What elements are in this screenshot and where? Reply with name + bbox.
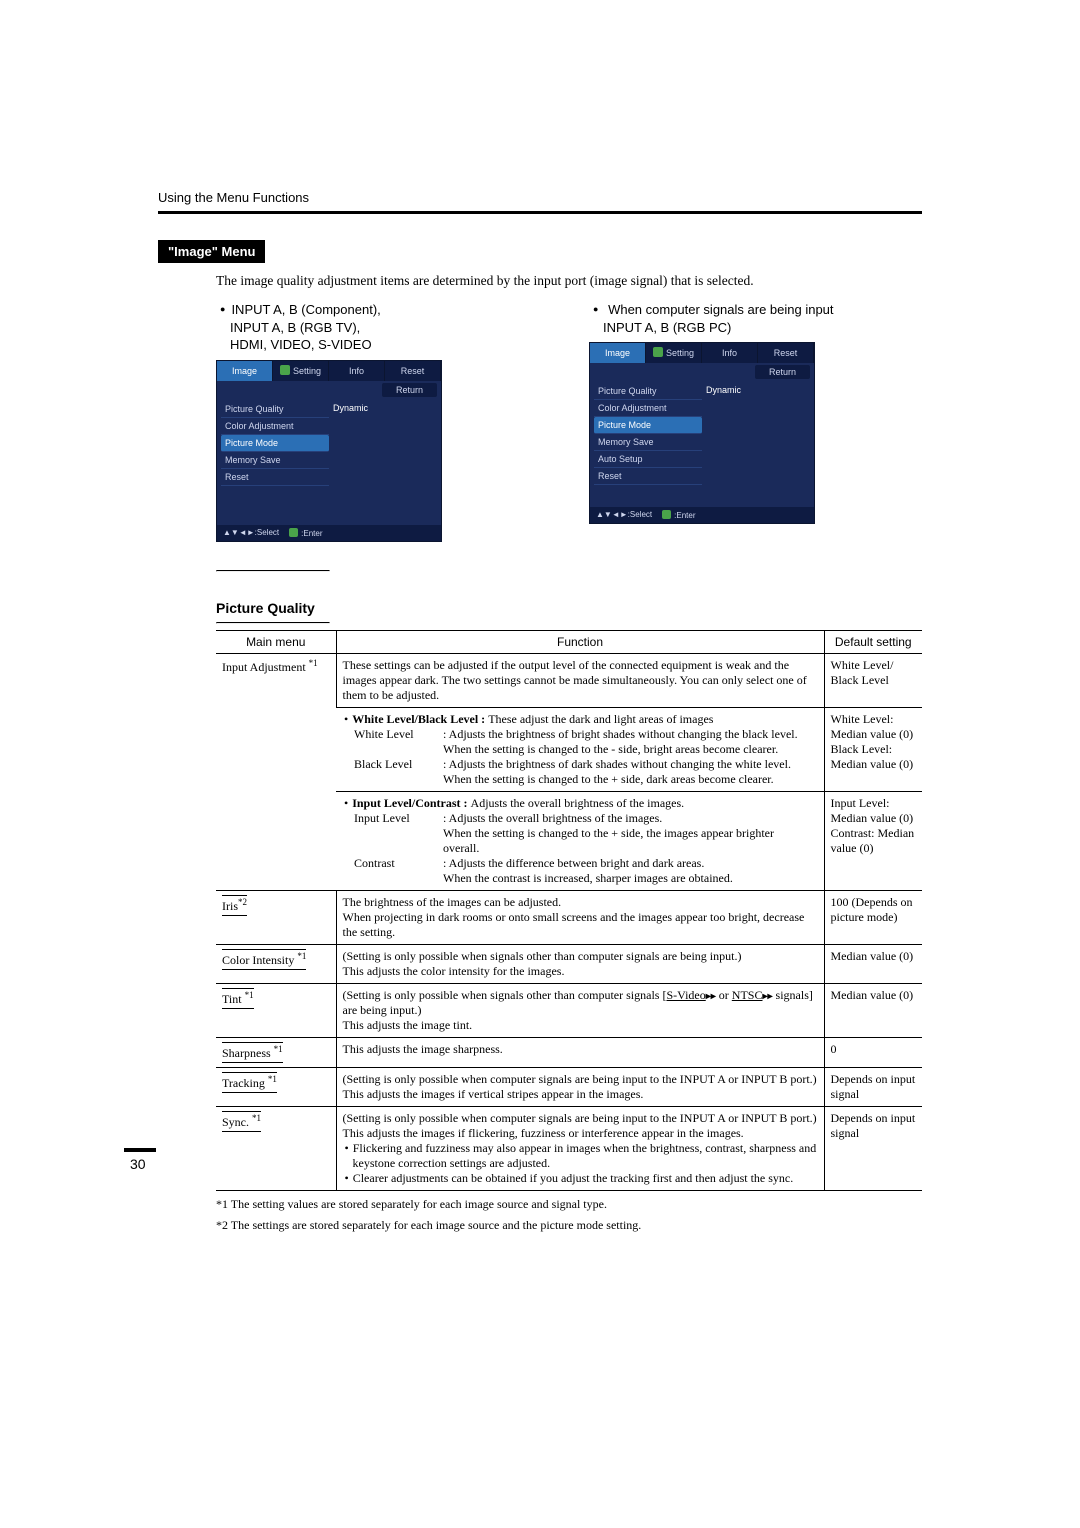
gear-icon [653,347,663,357]
page-number-mark [124,1148,156,1152]
osd-item-selected: Picture Mode [594,417,702,434]
main-iris: Iris*2 [216,890,336,944]
func-sharpness: This adjusts the image sharpness. [336,1038,824,1068]
osd-item: Memory Save [594,434,702,451]
osd-item-selected: Picture Mode [221,435,329,452]
func-ic: Input Level/Contrast : Adjusts the overa… [336,791,824,890]
osd-tab-settings: Setting [646,343,702,363]
section-intro: The image quality adjustment items are d… [216,273,922,289]
osd-item: Auto Setup [594,451,702,468]
right-input-label: When computer signals are being input IN… [589,301,922,336]
main-tint: Tint *1 [216,983,336,1038]
footnote-2: *2 The settings are stored separately fo… [216,1218,922,1233]
osd-item: Color Adjustment [594,400,702,417]
page-header: Using the Menu Functions [158,190,922,205]
func-iris: The brightness of the images can be adju… [336,890,824,944]
left-input-label: INPUT A, B (Component), INPUT A, B (RGB … [216,301,549,354]
func-wb: White Level/Black Level : These adjust t… [336,707,824,791]
def-input-adj-top: White Level/ Black Level [824,653,922,707]
footnote-1: *1 The setting values are stored separat… [216,1197,922,1212]
gear-icon [280,365,290,375]
main-colorintensity: Color Intensity *1 [216,944,336,983]
osd-selected-value: Dynamic [702,383,810,485]
osd-screenshot-right: Image Setting Info Reset Return Picture … [589,342,815,524]
def-tint: Median value (0) [824,983,922,1038]
def-sync: Depends on input signal [824,1107,922,1191]
osd-footer-enter: :Enter [289,528,322,538]
osd-tab-info: Info [329,361,385,381]
main-tracking: Tracking *1 [216,1068,336,1107]
osd-tab-reset: Reset [385,361,441,381]
main-sharpness: Sharpness *1 [216,1038,336,1068]
def-colorintensity: Median value (0) [824,944,922,983]
osd-selected-value: Dynamic [329,401,437,486]
enter-icon [662,510,671,519]
picture-quality-table: Main menu Function Default setting Input… [216,630,922,1192]
th-function: Function [336,630,824,653]
main-sync: Sync. *1 [216,1107,336,1191]
osd-footer-select: ▲▼◄►:Select [596,510,652,520]
osd-item: Reset [221,469,329,486]
func-sync: (Setting is only possible when computer … [336,1107,824,1191]
def-iris: 100 (Depends on picture mode) [824,890,922,944]
link-icon: ▸▸ [762,991,772,1002]
osd-item: Reset [594,468,702,485]
section-title: "Image" Menu [158,240,265,263]
def-tracking: Depends on input signal [824,1068,922,1107]
osd-item: Color Adjustment [221,418,329,435]
func-colorintensity: (Setting is only possible when signals o… [336,944,824,983]
def-ic: Input Level: Median value (0) Contrast: … [824,791,922,890]
func-tracking: (Setting is only possible when computer … [336,1068,824,1107]
func-input-adj-intro: These settings can be adjusted if the ou… [336,653,824,707]
header-rule [158,211,922,214]
subsection-title: Picture Quality [216,600,315,618]
enter-icon [289,528,298,537]
osd-tab-settings: Setting [273,361,329,381]
osd-tab-info: Info [702,343,758,363]
page-number: 30 [130,1156,146,1172]
osd-tab-reset: Reset [758,343,814,363]
def-sharpness: 0 [824,1038,922,1068]
osd-footer-select: ▲▼◄►:Select [223,528,279,538]
osd-screenshot-left: Image Setting Info Reset Return Picture … [216,360,442,542]
link-icon: ▸▸ [706,991,716,1002]
def-wb: White Level: Median value (0) Black Leve… [824,707,922,791]
osd-tab-image: Image [217,361,273,381]
func-tint: (Setting is only possible when signals o… [336,983,824,1038]
osd-item: Memory Save [221,452,329,469]
th-default: Default setting [824,630,922,653]
osd-footer-enter: :Enter [662,510,695,520]
osd-item: Picture Quality [221,401,329,418]
th-main: Main menu [216,630,336,653]
osd-return-btn: Return [382,383,437,397]
osd-tab-image: Image [590,343,646,363]
osd-item: Picture Quality [594,383,702,400]
main-input-adjustment: Input Adjustment *1 [216,653,336,890]
osd-return-btn: Return [755,365,810,379]
